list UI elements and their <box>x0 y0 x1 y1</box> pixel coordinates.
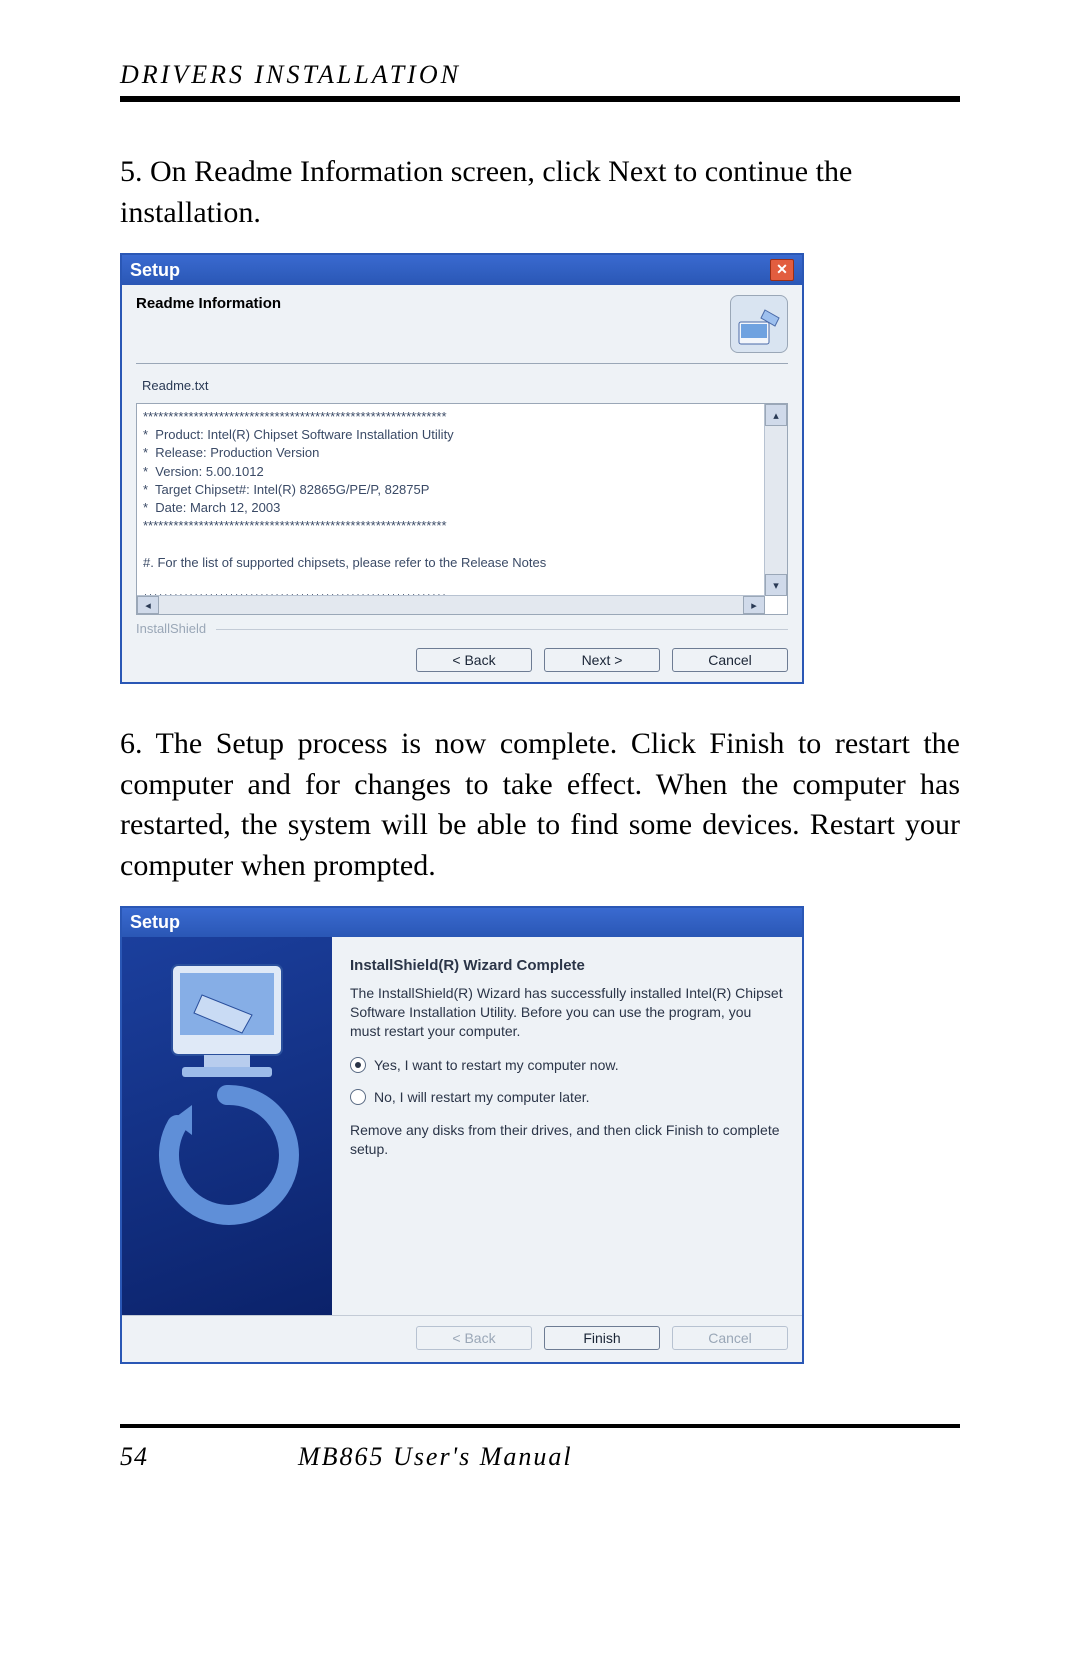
horizontal-scrollbar[interactable]: ◂ ▸ <box>137 595 765 614</box>
vertical-scrollbar[interactable]: ▴ ▾ <box>764 404 787 596</box>
file-label: Readme.txt <box>136 374 788 403</box>
back-button: < Back <box>416 1326 532 1350</box>
radio-restart-later[interactable]: No, I will restart my computer later. <box>350 1089 784 1105</box>
wizard-note: Remove any disks from their drives, and … <box>350 1121 784 1159</box>
titlebar: Setup ✕ <box>122 255 802 285</box>
wizard-complete-dialog: Setup InstallShield(R) Wizard Complete T… <box>120 906 804 1364</box>
scroll-up-icon[interactable]: ▴ <box>765 404 787 426</box>
step5-text: 5. On Readme Information screen, click N… <box>120 152 960 233</box>
window-title: Setup <box>130 912 180 933</box>
cancel-button[interactable]: Cancel <box>672 648 788 672</box>
finish-button[interactable]: Finish <box>544 1326 660 1350</box>
cancel-button: Cancel <box>672 1326 788 1350</box>
scroll-right-icon[interactable]: ▸ <box>743 596 765 614</box>
readme-textarea[interactable]: ****************************************… <box>136 403 788 615</box>
wizard-description: The InstallShield(R) Wizard has successf… <box>350 984 784 1041</box>
back-button[interactable]: < Back <box>416 648 532 672</box>
section-title: DRIVERS INSTALLATION <box>120 60 960 90</box>
installer-icon <box>730 295 788 353</box>
sidebar-art <box>122 937 332 1315</box>
next-button[interactable]: Next > <box>544 648 660 672</box>
page-number: 54 <box>120 1442 148 1472</box>
radio-icon[interactable] <box>350 1057 366 1073</box>
brand-label: InstallShield <box>136 621 788 636</box>
close-icon[interactable]: ✕ <box>770 259 794 281</box>
radio-icon[interactable] <box>350 1089 366 1105</box>
scroll-left-icon[interactable]: ◂ <box>137 596 159 614</box>
radio-label: Yes, I want to restart my computer now. <box>374 1057 619 1073</box>
footer-rule <box>120 1424 960 1428</box>
radio-restart-now[interactable]: Yes, I want to restart my computer now. <box>350 1057 784 1073</box>
dialog-heading: Readme Information <box>136 295 281 312</box>
titlebar: Setup <box>122 908 802 937</box>
window-title: Setup <box>130 260 180 281</box>
footer-title: MB865 User's Manual <box>298 1442 573 1472</box>
radio-label: No, I will restart my computer later. <box>374 1089 590 1105</box>
header-rule <box>120 96 960 102</box>
readme-dialog: Setup ✕ Readme Information Readme.txt **… <box>120 253 804 684</box>
wizard-heading: InstallShield(R) Wizard Complete <box>350 957 784 974</box>
scroll-down-icon[interactable]: ▾ <box>765 574 787 596</box>
readme-content: ****************************************… <box>143 408 759 615</box>
step6-text: 6. The Setup process is now complete. Cl… <box>120 724 960 886</box>
